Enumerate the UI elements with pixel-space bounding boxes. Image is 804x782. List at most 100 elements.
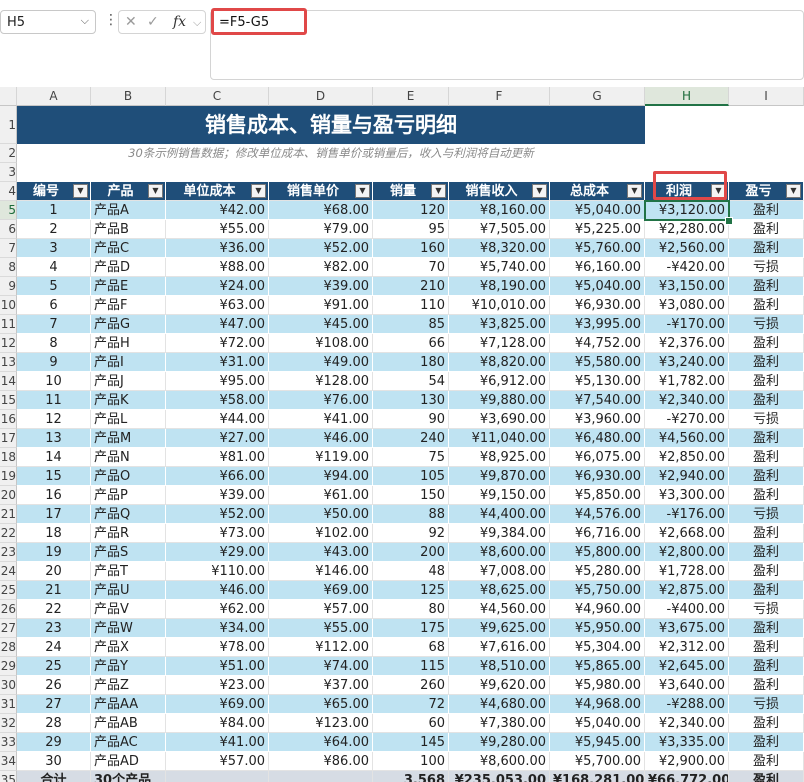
total-cell[interactable]: ¥168,281.00 [550,771,645,782]
table-cell[interactable]: ¥47.00 [166,315,269,334]
table-cell[interactable]: ¥8,625.00 [449,581,550,600]
table-cell[interactable]: 产品C [91,239,166,258]
table-cell[interactable]: 盈利 [729,296,804,315]
row-header-33[interactable]: 33 [0,733,17,752]
table-cell[interactable]: ¥66.00 [166,467,269,486]
total-cell[interactable] [166,771,269,782]
table-cell[interactable]: ¥41.00 [166,733,269,752]
table-cell[interactable]: 盈利 [729,543,804,562]
table-cell[interactable]: 产品U [91,581,166,600]
table-cell[interactable]: 亏损 [729,315,804,334]
table-cell[interactable]: 23 [17,619,91,638]
table-cell[interactable]: ¥9,620.00 [449,676,550,695]
table-cell[interactable]: 85 [373,315,449,334]
table-cell[interactable]: ¥95.00 [166,372,269,391]
table-cell[interactable]: 5 [17,277,91,296]
filter-dropdown-icon[interactable]: ▼ [532,184,547,198]
table-cell[interactable]: 3 [17,239,91,258]
row-header-17[interactable]: 17 [0,429,17,448]
table-cell[interactable]: ¥8,600.00 [449,543,550,562]
table-cell[interactable]: 盈利 [729,334,804,353]
row-header-10[interactable]: 10 [0,296,17,315]
table-cell[interactable]: 盈利 [729,676,804,695]
table-cell[interactable]: 产品J [91,372,166,391]
table-cell[interactable]: 产品B [91,220,166,239]
table-cell[interactable]: ¥50.00 [269,505,373,524]
row-header-29[interactable]: 29 [0,657,17,676]
table-cell[interactable]: ¥65.00 [269,695,373,714]
table-cell[interactable]: 9 [17,353,91,372]
table-cell[interactable]: ¥62.00 [166,600,269,619]
table-cell[interactable]: 产品Y [91,657,166,676]
name-box[interactable]: H5 ⌵ [0,10,96,34]
row-header-2[interactable]: 2 [0,144,17,163]
row-header-19[interactable]: 19 [0,467,17,486]
table-cell[interactable]: ¥3,120.00 [645,201,729,220]
table-cell[interactable]: ¥146.00 [269,562,373,581]
table-cell[interactable]: ¥5,225.00 [550,220,645,239]
table-cell[interactable]: 产品H [91,334,166,353]
table-cell[interactable]: ¥4,560.00 [645,429,729,448]
table-cell[interactable]: 110 [373,296,449,315]
row-header-11[interactable]: 11 [0,315,17,334]
table-cell[interactable]: ¥6,160.00 [550,258,645,277]
table-cell[interactable]: ¥55.00 [269,619,373,638]
table-cell[interactable]: ¥3,960.00 [550,410,645,429]
table-cell[interactable]: ¥86.00 [269,752,373,771]
row-header-14[interactable]: 14 [0,372,17,391]
table-cell[interactable]: ¥52.00 [269,239,373,258]
table-cell[interactable]: 175 [373,619,449,638]
table-cell[interactable]: 16 [17,486,91,505]
table-cell[interactable]: ¥69.00 [166,695,269,714]
table-cell[interactable]: 产品T [91,562,166,581]
table-cell[interactable]: 19 [17,543,91,562]
table-cell[interactable]: ¥2,340.00 [645,391,729,410]
table-cell[interactable]: ¥5,850.00 [550,486,645,505]
table-cell[interactable]: ¥78.00 [166,638,269,657]
table-cell[interactable]: -¥270.00 [645,410,729,429]
table-cell[interactable]: ¥8,510.00 [449,657,550,676]
table-header-cell[interactable]: 产品 ▼ [91,182,166,201]
table-header-cell[interactable]: 销售收入 ▼ [449,182,550,201]
table-cell[interactable]: 75 [373,448,449,467]
table-cell[interactable]: 产品K [91,391,166,410]
total-cell[interactable]: ¥66,772.00 [645,771,729,782]
table-cell[interactable]: 30 [17,752,91,771]
table-cell[interactable]: ¥7,128.00 [449,334,550,353]
table-cell[interactable]: ¥112.00 [269,638,373,657]
table-cell[interactable]: ¥4,960.00 [550,600,645,619]
table-cell[interactable]: ¥5,945.00 [550,733,645,752]
table-cell[interactable]: ¥4,560.00 [449,600,550,619]
table-cell[interactable]: ¥57.00 [166,752,269,771]
table-cell[interactable]: ¥4,752.00 [550,334,645,353]
table-cell[interactable]: 27 [17,695,91,714]
table-cell[interactable]: ¥4,400.00 [449,505,550,524]
table-cell[interactable]: 盈利 [729,201,804,220]
table-cell[interactable]: ¥3,335.00 [645,733,729,752]
table-cell[interactable]: ¥3,240.00 [645,353,729,372]
table-cell[interactable]: ¥46.00 [166,581,269,600]
table-cell[interactable]: ¥42.00 [166,201,269,220]
table-cell[interactable]: ¥37.00 [269,676,373,695]
row-header-1[interactable]: 1 [0,106,17,144]
table-cell[interactable]: 盈利 [729,619,804,638]
table-cell[interactable]: -¥400.00 [645,600,729,619]
table-cell[interactable]: ¥36.00 [166,239,269,258]
row-header-16[interactable]: 16 [0,410,17,429]
table-cell[interactable]: 盈利 [729,391,804,410]
table-cell[interactable]: 盈利 [729,486,804,505]
row-header-28[interactable]: 28 [0,638,17,657]
table-cell[interactable]: 20 [17,562,91,581]
table-cell[interactable]: ¥128.00 [269,372,373,391]
table-cell[interactable]: 产品W [91,619,166,638]
table-cell[interactable]: 盈利 [729,733,804,752]
table-cell[interactable]: ¥5,304.00 [550,638,645,657]
table-cell[interactable]: 盈利 [729,638,804,657]
table-cell[interactable]: ¥84.00 [166,714,269,733]
table-cell[interactable]: ¥7,540.00 [550,391,645,410]
table-cell[interactable]: 产品Z [91,676,166,695]
table-cell[interactable]: ¥63.00 [166,296,269,315]
table-cell[interactable]: ¥7,380.00 [449,714,550,733]
filter-dropdown-icon[interactable]: ▼ [148,184,163,198]
table-cell[interactable]: 产品N [91,448,166,467]
